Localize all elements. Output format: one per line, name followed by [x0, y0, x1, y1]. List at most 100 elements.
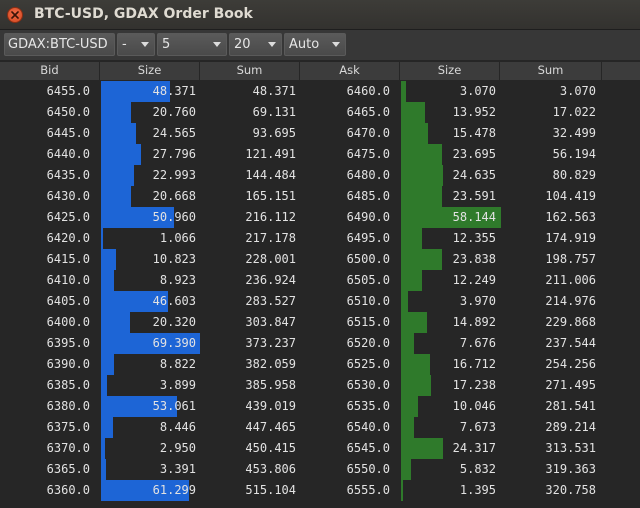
header-bid-sum[interactable]: Sum — [200, 62, 300, 80]
ask-size-cell: 13.952 — [452, 105, 496, 119]
bid-size-cell: 8.446 — [159, 420, 196, 434]
bid-sum-cell: 165.151 — [245, 189, 296, 203]
bid-size-cell: 53.061 — [152, 399, 196, 413]
table-row[interactable]: 6380.0 53.061 439.019 6535.0 10.046 281.541 — [0, 396, 640, 417]
ask-sum-cell: 237.544 — [545, 336, 596, 350]
header-bid-size[interactable]: Size — [100, 62, 200, 80]
depth-select[interactable]: 20 — [229, 33, 282, 56]
bid-size-cell: 48.371 — [152, 84, 196, 98]
title-bar: BTC-USD, GDAX Order Book — [0, 0, 640, 30]
grouping-value: - — [122, 37, 127, 52]
bid-size-cell: 1.066 — [159, 231, 196, 245]
table-row[interactable]: 6455.0 48.371 48.371 6460.0 3.070 3.070 — [0, 81, 640, 102]
ask-size-cell: 7.673 — [459, 420, 496, 434]
ask-price-cell: 6475.0 — [346, 147, 390, 161]
bid-sum-cell: 373.237 — [245, 336, 296, 350]
table-row[interactable]: 6365.0 3.391 453.806 6550.0 5.832 319.363 — [0, 459, 640, 480]
table-row[interactable]: 6450.0 20.760 69.131 6465.0 13.952 17.022 — [0, 102, 640, 123]
bid-sum-cell: 385.958 — [245, 378, 296, 392]
ask-price-cell: 6520.0 — [346, 336, 390, 350]
ask-sum-cell: 214.976 — [545, 294, 596, 308]
order-book-window: BTC-USD, GDAX Order Book GDAX:BTC-USD - … — [0, 0, 640, 508]
ask-sum-cell: 254.256 — [545, 357, 596, 371]
table-row[interactable]: 6360.0 61.299 515.104 6555.0 1.395 320.758 — [0, 480, 640, 501]
bid-sum-cell: 283.527 — [245, 294, 296, 308]
ask-price-cell: 6470.0 — [346, 126, 390, 140]
ask-sum-cell: 174.919 — [545, 231, 596, 245]
ask-sum-cell: 104.419 — [545, 189, 596, 203]
bid-sum-cell: 228.001 — [245, 252, 296, 266]
ask-price-cell: 6550.0 — [346, 462, 390, 476]
bid-price-cell: 6375.0 — [46, 420, 90, 434]
bid-size-cell: 20.320 — [152, 315, 196, 329]
bid-size-cell: 20.760 — [152, 105, 196, 119]
header-ask-size[interactable]: Size — [400, 62, 500, 80]
table-row[interactable]: 6390.0 8.822 382.059 6525.0 16.712 254.256 — [0, 354, 640, 375]
bid-size-cell: 10.823 — [152, 252, 196, 266]
bid-sum-cell: 453.806 — [245, 462, 296, 476]
ask-price-cell: 6465.0 — [346, 105, 390, 119]
table-row[interactable]: 6415.0 10.823 228.001 6500.0 23.838 198.757 — [0, 249, 640, 270]
table-row[interactable]: 6435.0 22.993 144.484 6480.0 24.635 80.829 — [0, 165, 640, 186]
ask-sum-cell: 319.363 — [545, 462, 596, 476]
ask-size-cell: 23.695 — [452, 147, 496, 161]
bid-size-cell: 2.950 — [159, 441, 196, 455]
table-row[interactable]: 6445.0 24.565 93.695 6470.0 15.478 32.499 — [0, 123, 640, 144]
order-book-table: 6455.0 48.371 48.371 6460.0 3.070 3.070 6450.0… — [0, 81, 640, 501]
ask-price-cell: 6480.0 — [346, 168, 390, 182]
ask-price-cell: 6500.0 — [346, 252, 390, 266]
table-row[interactable]: 6430.0 20.668 165.151 6485.0 23.591 104.419 — [0, 186, 640, 207]
table-row[interactable]: 6425.0 50.960 216.112 6490.0 58.144 162.563 — [0, 207, 640, 228]
table-row[interactable]: 6420.0 1.066 217.178 6495.0 12.355 174.919 — [0, 228, 640, 249]
bid-sum-cell: 439.019 — [245, 399, 296, 413]
refresh-value: Auto — [289, 37, 320, 52]
ask-size-cell: 23.591 — [452, 189, 496, 203]
table-row[interactable]: 6375.0 8.446 447.465 6540.0 7.673 289.214 — [0, 417, 640, 438]
ask-sum-cell: 281.541 — [545, 399, 596, 413]
bid-size-cell: 8.923 — [159, 273, 196, 287]
header-bid[interactable]: Bid — [0, 62, 100, 80]
table-row[interactable]: 6400.0 20.320 303.847 6515.0 14.892 229.868 — [0, 312, 640, 333]
ask-size-cell: 1.395 — [459, 483, 496, 497]
bid-price-cell: 6410.0 — [46, 273, 90, 287]
close-button[interactable] — [7, 7, 23, 23]
precision-select[interactable]: 5 — [157, 33, 227, 56]
bid-price-cell: 6385.0 — [46, 378, 90, 392]
ask-sum-cell: 162.563 — [545, 210, 596, 224]
ask-price-cell: 6460.0 — [346, 84, 390, 98]
ask-size-cell: 58.144 — [452, 210, 496, 224]
table-row[interactable]: 6440.0 27.796 121.491 6475.0 23.695 56.194 — [0, 144, 640, 165]
ask-size-cell: 24.317 — [452, 441, 496, 455]
ask-sum-cell: 32.499 — [552, 126, 596, 140]
table-row[interactable]: 6405.0 46.603 283.527 6510.0 3.970 214.976 — [0, 291, 640, 312]
bid-sum-cell: 447.465 — [245, 420, 296, 434]
ask-size-cell: 10.046 — [452, 399, 496, 413]
bid-price-cell: 6370.0 — [46, 441, 90, 455]
ask-price-cell: 6530.0 — [346, 378, 390, 392]
header-ask-sum[interactable]: Sum — [500, 62, 602, 80]
table-row[interactable]: 6385.0 3.899 385.958 6530.0 17.238 271.495 — [0, 375, 640, 396]
refresh-select[interactable]: Auto — [284, 33, 346, 56]
bid-sum-cell: 515.104 — [245, 483, 296, 497]
bid-size-cell: 50.960 — [152, 210, 196, 224]
chevron-down-icon — [268, 42, 276, 47]
ask-price-cell: 6495.0 — [346, 231, 390, 245]
bid-price-cell: 6400.0 — [46, 315, 90, 329]
table-row[interactable]: 6410.0 8.923 236.924 6505.0 12.249 211.006 — [0, 270, 640, 291]
grouping-select[interactable]: - — [117, 33, 155, 56]
table-row[interactable]: 6395.0 69.390 373.237 6520.0 7.676 237.544 — [0, 333, 640, 354]
header-ask[interactable]: Ask — [300, 62, 400, 80]
ask-size-cell: 17.238 — [452, 378, 496, 392]
ask-size-cell: 16.712 — [452, 357, 496, 371]
ask-price-cell: 6535.0 — [346, 399, 390, 413]
table-row[interactable]: 6370.0 2.950 450.415 6545.0 24.317 313.531 — [0, 438, 640, 459]
bid-sum-cell: 450.415 — [245, 441, 296, 455]
bid-size-cell: 20.668 — [152, 189, 196, 203]
bid-price-cell: 6365.0 — [46, 462, 90, 476]
toolbar: GDAX:BTC-USD - 5 20 Auto — [0, 30, 640, 60]
bid-size-cell: 8.822 — [159, 357, 196, 371]
bid-price-cell: 6455.0 — [46, 84, 90, 98]
market-combo[interactable]: GDAX:BTC-USD — [4, 33, 115, 56]
bid-price-cell: 6440.0 — [46, 147, 90, 161]
bid-size-cell: 22.993 — [152, 168, 196, 182]
